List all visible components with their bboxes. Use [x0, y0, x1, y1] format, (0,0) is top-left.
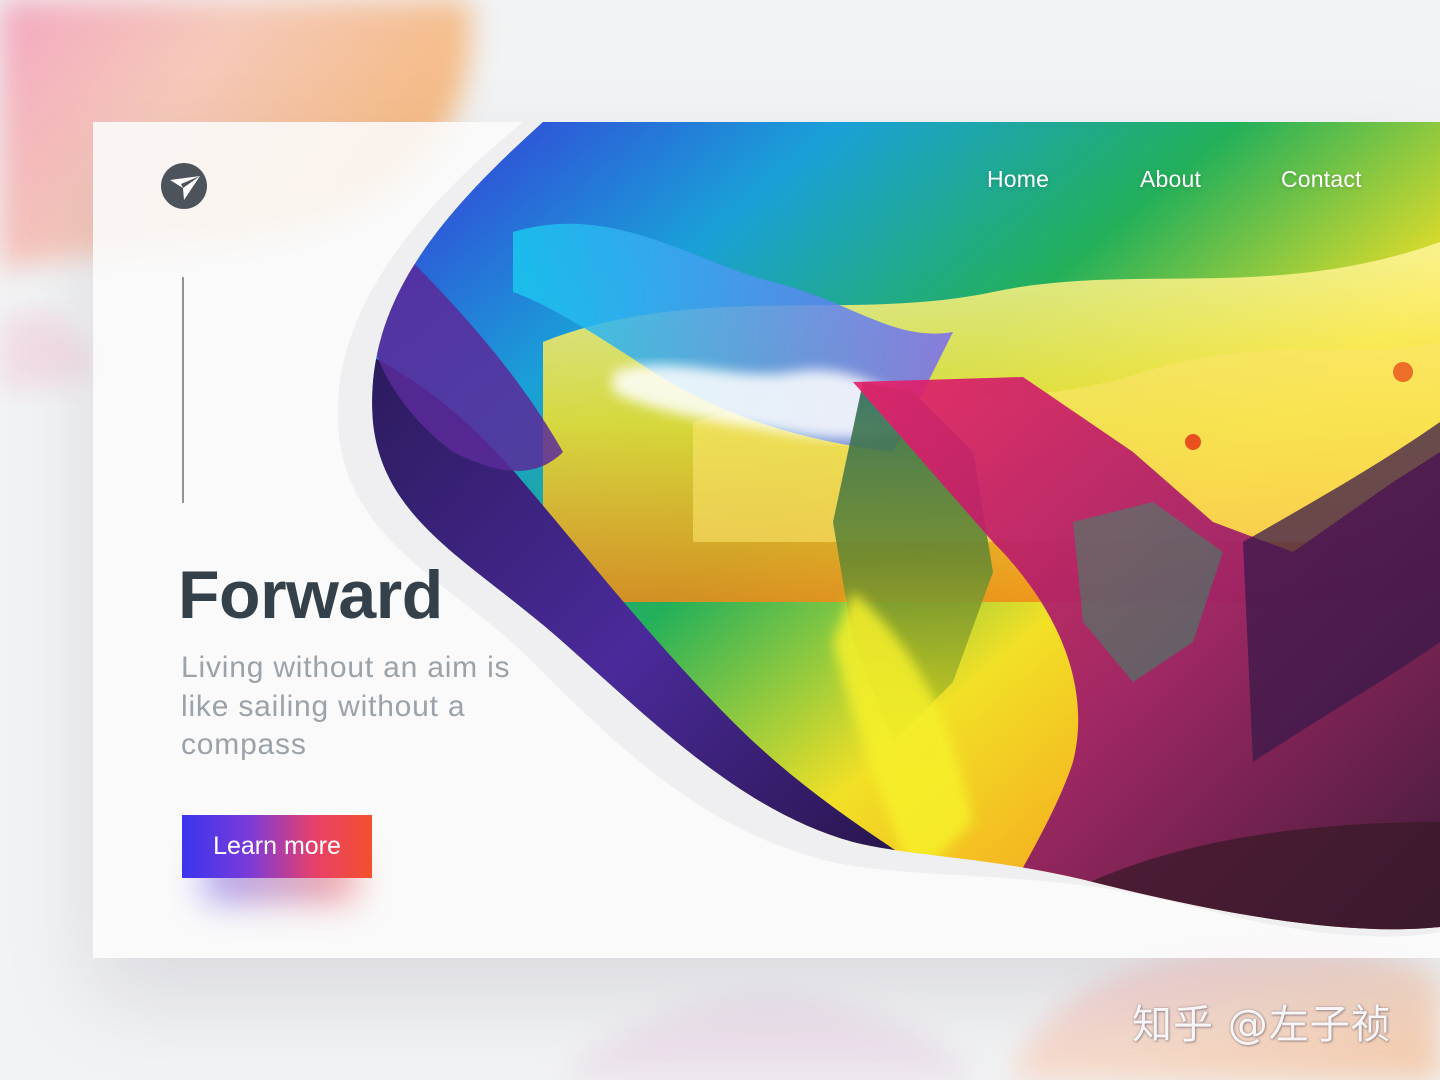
main-nav: Home About Contact	[960, 166, 1390, 198]
hero-title: Forward	[178, 557, 443, 633]
hero-tagline: Living without an aim is like sailing wi…	[181, 651, 511, 761]
paper-plane-icon[interactable]	[160, 162, 208, 210]
nav-home-link[interactable]: Home	[987, 166, 1049, 193]
nav-contact-link[interactable]: Contact	[1281, 166, 1362, 193]
watermark: 知乎 @左子祯	[1132, 1002, 1392, 1048]
nav-about-link[interactable]: About	[1140, 166, 1201, 193]
decorative-divider	[182, 277, 184, 503]
learn-more-button[interactable]: Learn more	[182, 815, 372, 878]
